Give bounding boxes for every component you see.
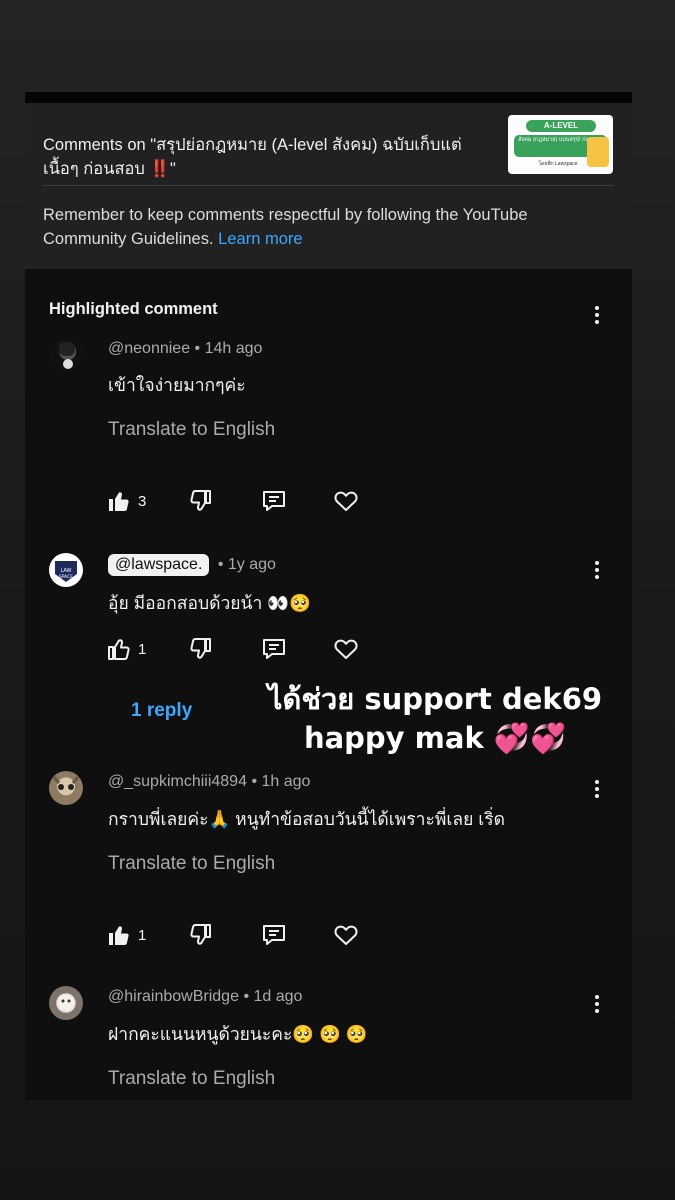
overlay-line-1: ได้ช่วย support dek69 (267, 682, 603, 716)
comment-time: • 1d ago (243, 988, 303, 1005)
comment-time: • 1h ago (251, 773, 311, 790)
comment-meta: @_supkimchiii4894 • 1h ago (108, 773, 310, 791)
heart-button[interactable] (333, 922, 359, 948)
comments-title: Comments on "สรุปย่อกฎหมาย (A-level สังค… (43, 136, 462, 178)
avatar[interactable] (49, 771, 83, 805)
creator-author-badge[interactable]: @lawspace. (108, 554, 210, 576)
learn-more-link[interactable]: Learn more (218, 230, 302, 248)
cat-avatar-image (52, 776, 80, 790)
like-count: 1 (138, 926, 147, 944)
avatar-image (58, 995, 74, 1011)
more-vertical-icon[interactable] (590, 559, 604, 581)
panel-top-bar (25, 92, 632, 103)
svg-text:SPACE: SPACE (59, 574, 73, 580)
reply-comment-icon (263, 925, 285, 945)
community-notice: Remember to keep comments respectful by … (43, 203, 613, 251)
heart-icon (334, 491, 358, 511)
like-count: 1 (138, 640, 147, 658)
comment-text: กราบพี่เลยค่ะ🙏 หนูทำข้อสอบวันนี้ได้เพราะ… (108, 809, 505, 829)
svg-text:LAW: LAW (61, 568, 72, 574)
view-replies-link[interactable]: 1 reply (131, 700, 192, 722)
avatar[interactable] (49, 986, 83, 1020)
dislike-button[interactable] (189, 488, 213, 514)
heart-icon (334, 639, 358, 659)
comments-header: Comments on "สรุปย่อกฎหมาย (A-level สังค… (25, 103, 632, 269)
translate-link[interactable]: Translate to English (108, 853, 275, 875)
more-vertical-icon[interactable] (590, 304, 604, 326)
comment-time: • 1y ago (217, 556, 276, 573)
thumbs-down-icon (190, 638, 211, 659)
translate-link[interactable]: Translate to English (108, 419, 275, 441)
story-text-overlay: ได้ช่วย support dek69 happy mak 💞💞 (250, 680, 620, 758)
avatar[interactable] (49, 338, 83, 372)
like-count: 3 (138, 492, 147, 510)
comment-author[interactable]: @hirainbowBridge (108, 988, 239, 1005)
reply-comment-icon (263, 639, 285, 659)
thumbs-up-icon (108, 639, 130, 660)
highlighted-comment-label: Highlighted comment (49, 300, 218, 318)
reply-button[interactable] (261, 488, 287, 514)
overlay-line-2: happy mak 💞💞 (303, 721, 567, 755)
heart-button[interactable] (333, 488, 359, 514)
comment-actions: 1 (107, 636, 367, 662)
comment-time: • 14h ago (194, 340, 263, 357)
comment-actions: 1 (107, 922, 367, 948)
dislike-button[interactable] (189, 922, 213, 948)
comment-meta: @hirainbowBridge • 1d ago (108, 988, 302, 1006)
comment-text: อุ้ย มีออกสอบด้วยน้า 👀🥺 (108, 593, 311, 613)
thumbs-up-icon (109, 492, 129, 511)
lawspace-logo-icon: LAWSPACE (55, 561, 77, 582)
comments-panel: Comments on "สรุปย่อกฎหมาย (A-level สังค… (25, 92, 632, 1100)
like-button[interactable]: 1 (107, 636, 146, 662)
avatar[interactable]: LAW SPACE (49, 553, 83, 587)
like-button[interactable]: 3 (107, 488, 146, 514)
translate-link[interactable]: Translate to English (108, 1068, 275, 1090)
heart-icon (334, 925, 358, 945)
thumbs-up-icon (109, 926, 129, 945)
thumbs-down-icon (190, 490, 211, 511)
comment-author[interactable]: @neonniee (108, 340, 190, 357)
dislike-button[interactable] (189, 636, 213, 662)
comment-actions: 3 (107, 488, 367, 514)
comment-author[interactable]: @_supkimchiii4894 (108, 773, 247, 790)
thumbs-down-icon (190, 924, 211, 945)
avatar-image (59, 342, 75, 369)
header-divider (43, 185, 614, 186)
comment-meta: @lawspace. • 1y ago (108, 554, 276, 576)
reply-comment-icon (263, 491, 285, 511)
more-vertical-icon[interactable] (590, 993, 604, 1015)
like-button[interactable]: 1 (107, 922, 146, 948)
comment-text: ฝากคะแนนหนูด้วยนะคะ🥺 🥺 🥺 (108, 1024, 368, 1044)
more-vertical-icon[interactable] (590, 778, 604, 800)
reply-button[interactable] (261, 636, 287, 662)
heart-button[interactable] (333, 636, 359, 662)
video-thumbnail[interactable]: A-LEVEL สังคม (กฎหมาย) แบบสรุป! ก่อนสอบ … (508, 115, 613, 174)
thumbnail-badge: A-LEVEL (526, 120, 596, 132)
thumbnail-small-text: โดยพี่ก Lawspace (538, 161, 578, 167)
reply-button[interactable] (261, 922, 287, 948)
comment-text: เข้าใจง่ายมากๆค่ะ (108, 375, 246, 395)
comment-meta: @neonniee • 14h ago (108, 340, 262, 358)
